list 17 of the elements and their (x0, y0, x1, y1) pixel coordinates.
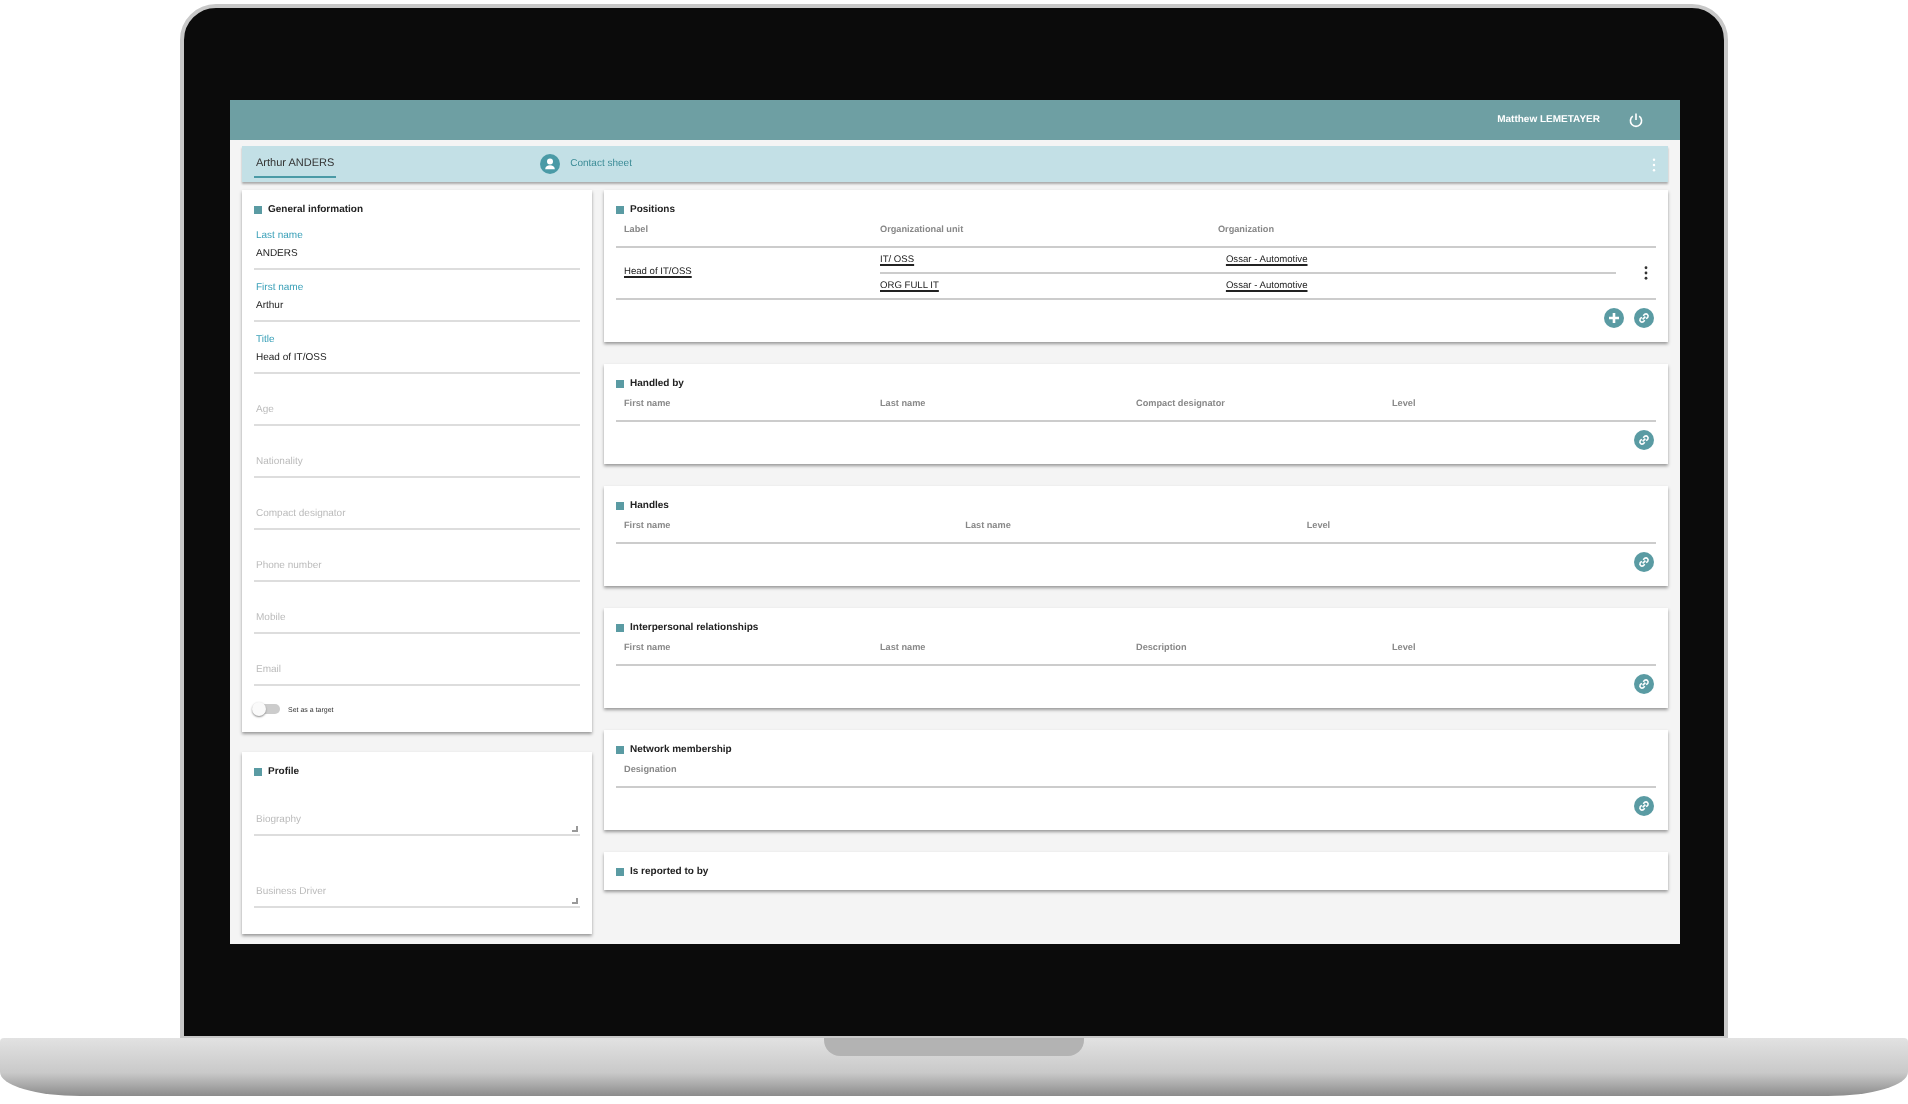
link-button[interactable] (1634, 552, 1654, 572)
section-square-icon (616, 867, 624, 875)
section-square-icon (254, 205, 262, 213)
power-icon[interactable] (1628, 112, 1644, 128)
toggle-switch[interactable] (254, 704, 280, 714)
section-square-icon (616, 501, 624, 509)
link-button[interactable] (1634, 308, 1654, 328)
link-button[interactable] (1634, 674, 1654, 694)
section-square-icon (616, 205, 624, 213)
section-square-icon (254, 767, 262, 775)
section-square-icon (616, 379, 624, 387)
link-button[interactable] (1634, 430, 1654, 450)
section-square-icon (616, 745, 624, 753)
section-square-icon (616, 623, 624, 631)
person-icon (540, 154, 561, 174)
add-button[interactable] (1604, 308, 1624, 328)
link-button[interactable] (1634, 796, 1654, 816)
